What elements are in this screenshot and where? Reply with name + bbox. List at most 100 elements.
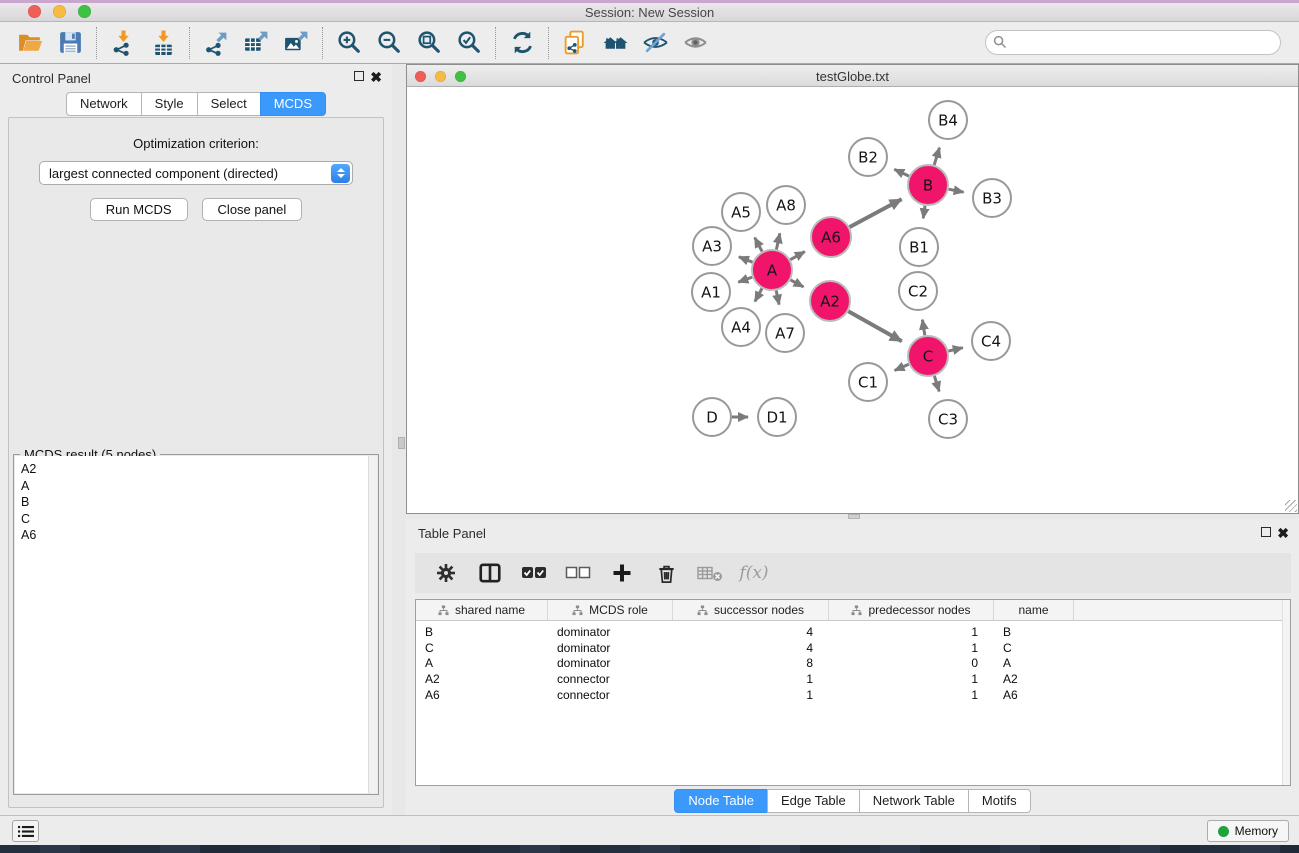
import-network-button[interactable]	[103, 25, 143, 61]
edge-C-C4[interactable]	[948, 348, 962, 351]
task-history-button[interactable]	[12, 820, 39, 842]
column-header-name[interactable]: name	[994, 600, 1074, 620]
unselect-all-columns-button[interactable]	[561, 557, 595, 589]
save-session-button[interactable]	[50, 25, 90, 61]
control-tab-network[interactable]: Network	[66, 92, 142, 116]
column-header-predecessor-nodes[interactable]: predecessor nodes	[829, 600, 994, 620]
graph-node-C[interactable]: C	[908, 336, 948, 376]
graph-node-A8[interactable]: A8	[767, 186, 805, 224]
column-header-shared-name[interactable]: shared name	[416, 600, 548, 620]
table-scrollbar[interactable]	[1282, 600, 1290, 785]
table-row[interactable]: A6connector11A6	[416, 687, 1290, 703]
edge-A-A1[interactable]	[738, 277, 752, 282]
edge-C-C1[interactable]	[895, 364, 909, 370]
edge-B-B3[interactable]	[949, 189, 964, 192]
mcds-result-item[interactable]: A6	[15, 527, 377, 544]
graph-node-B3[interactable]: B3	[973, 179, 1011, 217]
graph-node-A5[interactable]: A5	[722, 193, 760, 231]
window-resize-grip[interactable]	[1285, 500, 1297, 512]
graph-node-A3[interactable]: A3	[693, 227, 731, 265]
edge-A-A3[interactable]	[739, 257, 753, 262]
create-network-view-button[interactable]	[555, 25, 595, 61]
graph-node-A2[interactable]: A2	[810, 281, 850, 321]
graph-node-C1[interactable]: C1	[849, 363, 887, 401]
edge-C-C2[interactable]	[922, 320, 924, 336]
table-tab-network-table[interactable]: Network Table	[859, 789, 969, 813]
column-header-MCDS-role[interactable]: MCDS role	[548, 600, 673, 620]
float-panel-icon[interactable]	[354, 71, 364, 83]
graph-node-B4[interactable]: B4	[929, 101, 967, 139]
export-table-button[interactable]	[236, 25, 276, 61]
float-table-panel-icon[interactable]	[1261, 527, 1271, 539]
graph-node-B1[interactable]: B1	[900, 228, 938, 266]
edge-A-A4[interactable]	[755, 288, 762, 301]
zoom-in-button[interactable]	[329, 25, 369, 61]
create-column-button[interactable]	[605, 557, 639, 589]
refresh-view-button[interactable]	[502, 25, 542, 61]
mcds-result-item[interactable]: A2	[15, 461, 377, 478]
column-header-successor-nodes[interactable]: successor nodes	[673, 600, 829, 620]
edge-B-B4[interactable]	[934, 148, 939, 165]
mcds-list-scrollbar[interactable]	[368, 456, 377, 793]
hide-graphics-details-button[interactable]	[635, 25, 675, 61]
table-tab-node-table[interactable]: Node Table	[674, 789, 768, 813]
graph-node-A6[interactable]: A6	[811, 217, 851, 257]
select-all-columns-button[interactable]	[517, 557, 551, 589]
table-row[interactable]: A2connector11A2	[416, 671, 1290, 687]
search-input[interactable]	[985, 30, 1281, 55]
export-network-button[interactable]	[196, 25, 236, 61]
table-row[interactable]: Bdominator41B	[416, 624, 1290, 640]
edge-B-B2[interactable]	[894, 169, 909, 176]
edge-A-A8[interactable]	[776, 233, 780, 249]
edge-A-A7[interactable]	[776, 291, 779, 305]
graph-node-A7[interactable]: A7	[766, 314, 804, 352]
criterion-dropdown[interactable]: largest connected component (directed)	[39, 161, 353, 185]
show-column-panel-button[interactable]	[473, 557, 507, 589]
vertical-scrollbar-thumb[interactable]	[398, 437, 405, 449]
control-tab-mcds[interactable]: MCDS	[260, 92, 326, 116]
edge-A-A6[interactable]	[790, 252, 805, 260]
graph-node-C3[interactable]: C3	[929, 400, 967, 438]
graph-node-A[interactable]: A	[752, 250, 792, 290]
export-image-button[interactable]	[276, 25, 316, 61]
graph-node-A1[interactable]: A1	[692, 273, 730, 311]
close-panel-icon[interactable]: ✖	[370, 71, 382, 83]
svg-text:B2: B2	[858, 148, 878, 166]
close-table-panel-icon[interactable]: ✖	[1277, 527, 1289, 539]
zoom-fit-button[interactable]	[409, 25, 449, 61]
network-canvas[interactable]: B4 B2 B B3 A8A5 A6 A3 B1 A A1 C2 A2 A4A7 C4 C C1 D D1 C3	[407, 87, 1298, 513]
table-tab-motifs[interactable]: Motifs	[968, 789, 1031, 813]
graph-node-B2[interactable]: B2	[849, 138, 887, 176]
edge-A-A2[interactable]	[791, 280, 804, 287]
mcds-result-item[interactable]: A	[15, 478, 377, 495]
zoom-selected-button[interactable]	[449, 25, 489, 61]
edge-B-B1[interactable]	[923, 206, 925, 219]
graph-node-C4[interactable]: C4	[972, 322, 1010, 360]
graph-node-C2[interactable]: C2	[899, 272, 937, 310]
import-table-button[interactable]	[143, 25, 183, 61]
table-tab-edge-table[interactable]: Edge Table	[767, 789, 860, 813]
close-panel-button[interactable]: Close panel	[202, 198, 303, 221]
edge-C-C3[interactable]	[934, 376, 939, 391]
mcds-result-item[interactable]: B	[15, 494, 377, 511]
first-neighbors-button[interactable]	[595, 25, 635, 61]
table-settings-button[interactable]	[429, 557, 463, 589]
delete-columns-button[interactable]	[649, 557, 683, 589]
graph-node-D1[interactable]: D1	[758, 398, 796, 436]
zoom-out-button[interactable]	[369, 25, 409, 61]
control-tab-style[interactable]: Style	[141, 92, 198, 116]
graph-node-B[interactable]: B	[908, 165, 948, 205]
table-row[interactable]: Adominator80A	[416, 655, 1290, 671]
edge-A6-B[interactable]	[850, 199, 902, 227]
table-row[interactable]: Cdominator41C	[416, 640, 1290, 656]
control-tab-select[interactable]: Select	[197, 92, 261, 116]
graph-node-A4[interactable]: A4	[722, 308, 760, 346]
show-graphics-details-button[interactable]	[675, 25, 715, 61]
edge-A-A5[interactable]	[755, 238, 762, 252]
run-mcds-button[interactable]: Run MCDS	[90, 198, 188, 221]
memory-button[interactable]: Memory	[1207, 820, 1289, 842]
edge-A2-C[interactable]	[848, 311, 902, 341]
open-session-button[interactable]	[10, 25, 50, 61]
graph-node-D[interactable]: D	[693, 398, 731, 436]
mcds-result-item[interactable]: C	[15, 511, 377, 528]
